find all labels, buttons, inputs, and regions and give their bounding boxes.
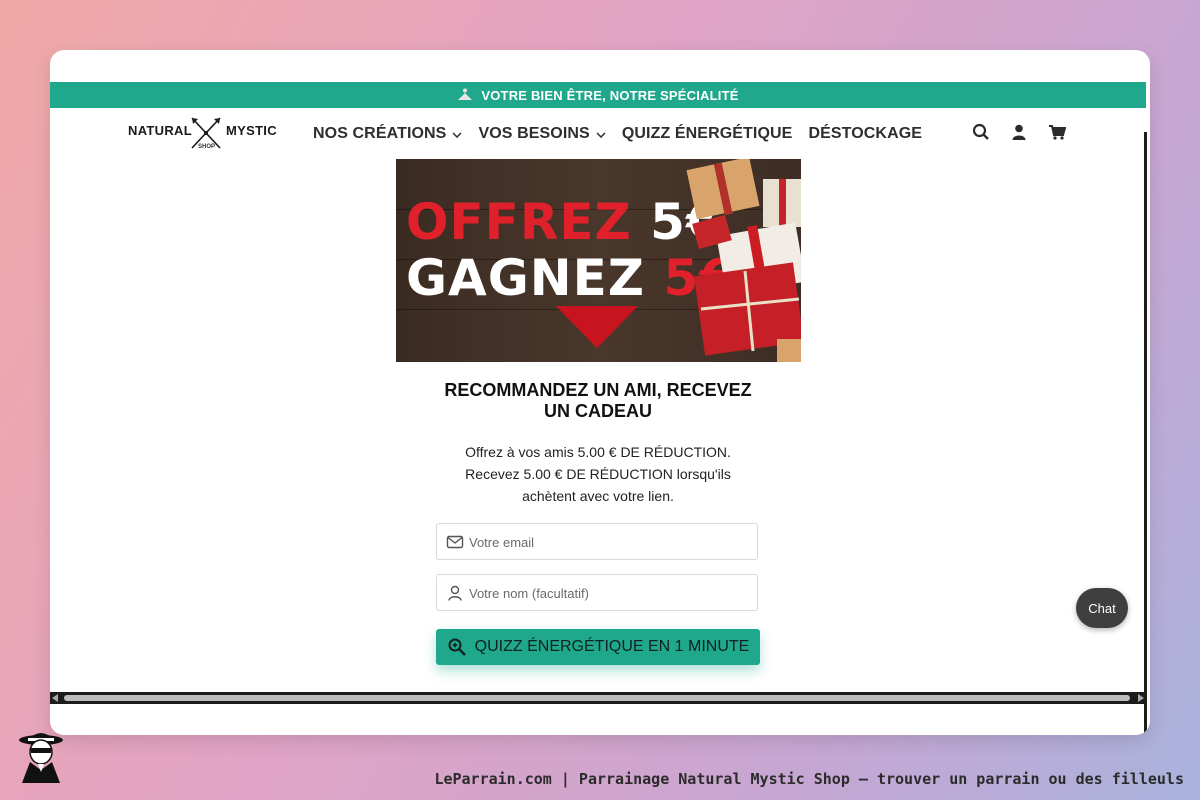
logo-word-left: NATURAL xyxy=(128,123,192,138)
description-line: Recevez 5.00 € DE RÉDUCTION lorsqu'ils xyxy=(465,466,731,482)
account-icon[interactable] xyxy=(1010,123,1028,141)
gift-boxes-illustration xyxy=(686,159,801,362)
chevron-down-icon xyxy=(452,132,462,138)
cart-icon[interactable] xyxy=(1048,123,1067,141)
announcement-banner: VOTRE BIEN ÊTRE, NOTRE SPÉCIALITÉ xyxy=(50,82,1146,108)
referral-hero-image: OFFREZ 5€ GAGNEZ 5€ xyxy=(396,159,801,362)
godfather-mascot-icon xyxy=(19,733,63,783)
referral-description: Offrez à vos amis 5.00 € DE RÉDUCTION. R… xyxy=(436,441,760,507)
name-input[interactable] xyxy=(467,575,751,612)
footer-caption: LeParrain.com | Parrainage Natural Mysti… xyxy=(434,770,1184,788)
nav-item-nos-creations[interactable]: NOS CRÉATIONS xyxy=(313,125,462,143)
banner-text: VOTRE BIEN ÊTRE, NOTRE SPÉCIALITÉ xyxy=(481,87,739,103)
hero-line-offer: OFFREZ 5€ xyxy=(406,193,722,251)
referral-title: RECOMMANDEZ UN AMI, RECEVEZ UN CADEAU xyxy=(444,380,752,421)
logo-word-right: MYSTIC xyxy=(226,123,277,138)
name-field[interactable] xyxy=(436,574,758,612)
nav-label: VOS BESOINS xyxy=(478,125,590,142)
vertical-scrollbar-edge xyxy=(1144,132,1147,735)
shop-logo[interactable]: NATURAL MYSTIC SHOP xyxy=(128,114,277,154)
description-line: Offrez à vos amis 5.00 € DE RÉDUCTION. xyxy=(465,444,731,460)
magnifier-sparkle-icon xyxy=(448,638,466,656)
scrollbar-thumb[interactable] xyxy=(64,695,1130,701)
nav-label: NOS CRÉATIONS xyxy=(313,125,447,142)
envelope-icon xyxy=(446,535,464,549)
nav-item-quizz-energetique[interactable]: QUIZZ ÉNERGÉTIQUE xyxy=(622,125,793,143)
description-line: achètent avec votre lien. xyxy=(522,488,674,504)
menu-bar: NOS CRÉATIONS VOS BESOINS QUIZZ ÉNERGÉTI… xyxy=(313,108,938,160)
horizontal-scrollbar[interactable] xyxy=(50,692,1146,704)
scroll-right-arrow[interactable] xyxy=(1138,694,1144,702)
cta-label: QUIZZ ÉNERGÉTIQUE EN 1 MINUTE xyxy=(474,638,750,655)
email-input[interactable] xyxy=(467,524,751,561)
logo-sub: SHOP xyxy=(198,144,216,150)
user-icon xyxy=(448,585,462,601)
chevron-down-icon xyxy=(596,132,606,138)
main-navigation: NATURAL MYSTIC SHOP NOS CRÉATIONS VOS BE… xyxy=(50,108,1146,160)
scroll-left-arrow[interactable] xyxy=(52,694,58,702)
nav-item-destockage[interactable]: DÉSTOCKAGE xyxy=(808,125,922,143)
nav-label: DÉSTOCKAGE xyxy=(808,125,923,142)
down-arrow-icon xyxy=(556,306,638,348)
nav-item-vos-besoins[interactable]: VOS BESOINS xyxy=(478,125,606,143)
email-field[interactable] xyxy=(436,523,758,561)
quiz-cta-button[interactable]: QUIZZ ÉNERGÉTIQUE EN 1 MINUTE xyxy=(436,629,760,665)
browser-window: VOTRE BIEN ÊTRE, NOTRE SPÉCIALITÉ NATURA… xyxy=(50,50,1150,735)
header-icons xyxy=(972,123,1067,141)
chat-button[interactable]: Chat xyxy=(1076,588,1128,628)
search-icon[interactable] xyxy=(972,123,990,141)
nav-label: QUIZZ ÉNERGÉTIQUE xyxy=(621,125,793,142)
meditation-icon xyxy=(458,88,473,100)
